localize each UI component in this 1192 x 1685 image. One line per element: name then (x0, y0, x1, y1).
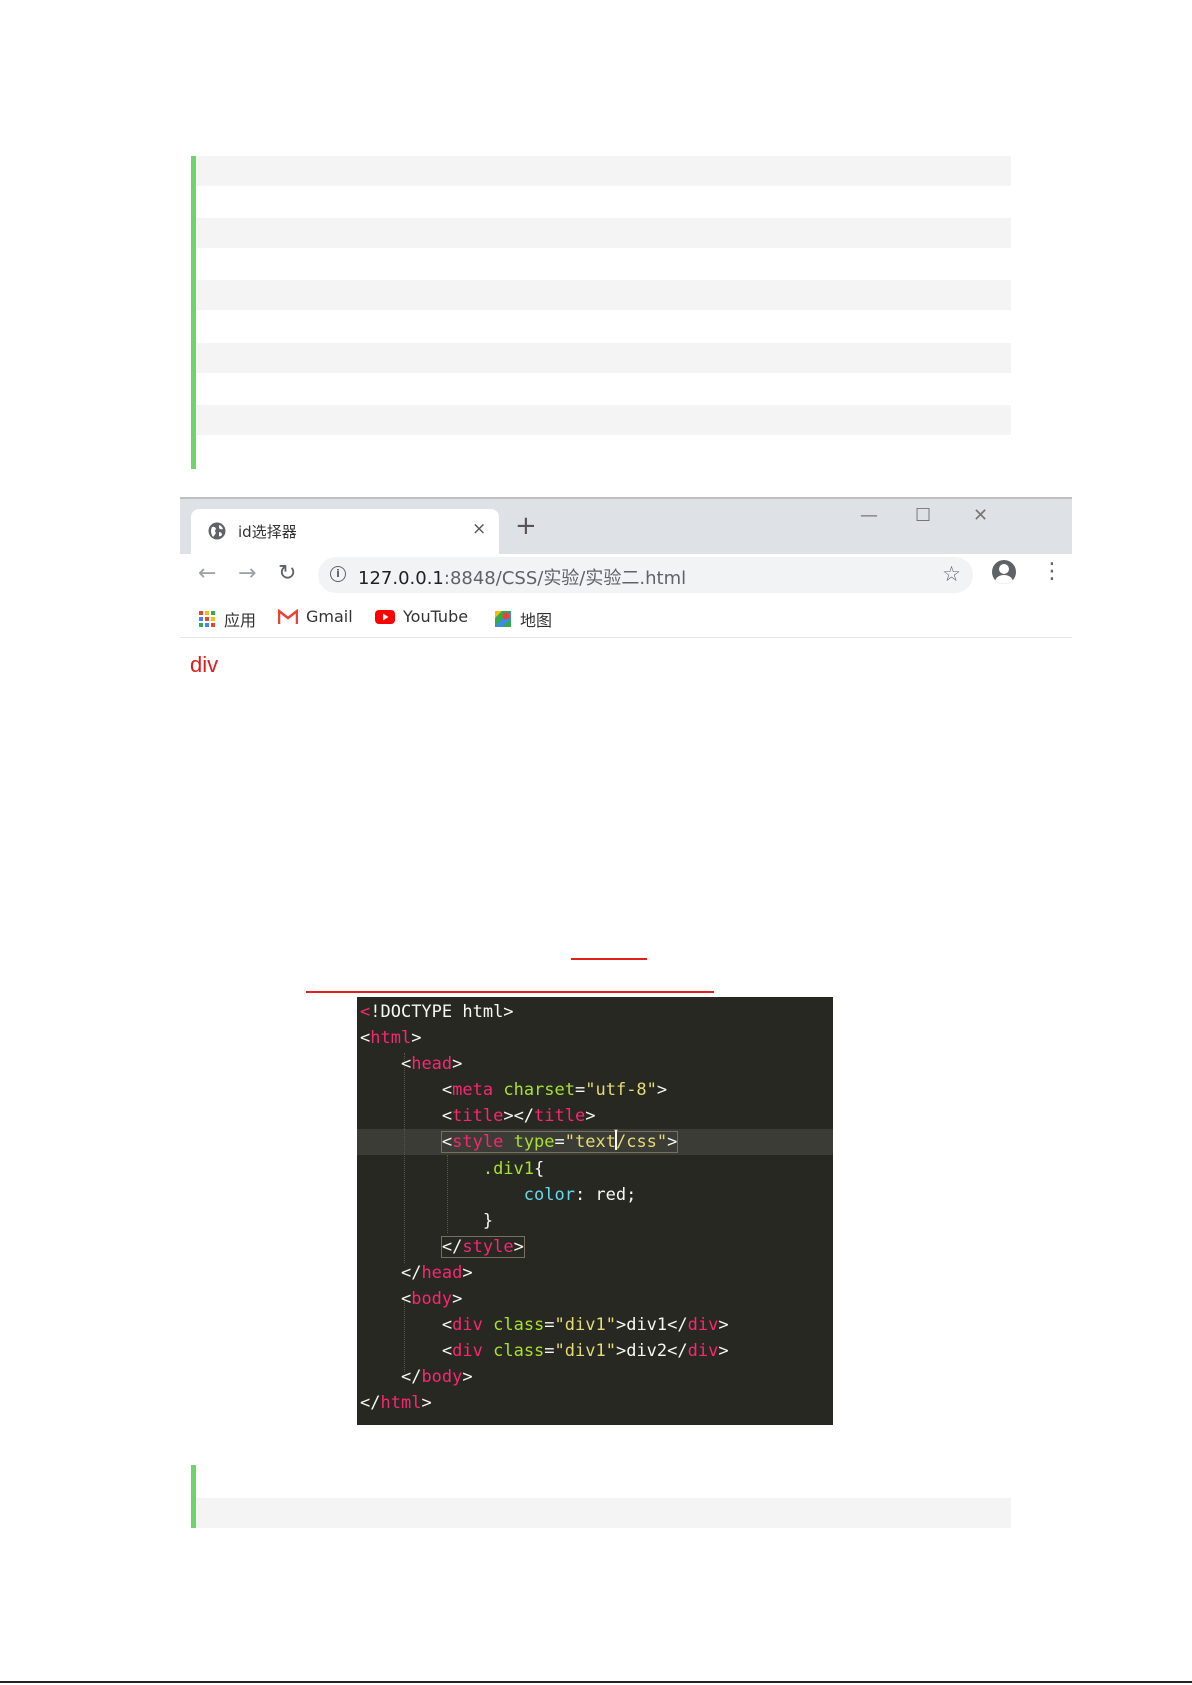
code-stripe (196, 343, 1011, 373)
apps-grid-icon (199, 611, 215, 627)
new-tab-icon[interactable]: + (515, 512, 537, 540)
gmail-icon (278, 608, 298, 624)
address-bar[interactable]: i 127.0.0.1:8848/CSS/实验/实验二.html ☆ (318, 557, 973, 593)
browser-tab[interactable]: id选择器 × (191, 509, 499, 554)
bookmark-maps[interactable]: 地图 (494, 607, 552, 631)
code-stripe (196, 218, 1011, 248)
rendered-div-text: div (190, 652, 219, 677)
maximize-icon[interactable]: ☐ (915, 505, 931, 526)
bookmark-label: 应用 (224, 611, 257, 630)
url-text: 127.0.0.1:8848/CSS/实验/实验二.html (358, 564, 686, 590)
bookmark-gmail[interactable]: Gmail (278, 607, 353, 626)
bookmark-label: 地图 (520, 611, 553, 630)
bookmark-star-icon[interactable]: ☆ (942, 562, 961, 586)
globe-icon (208, 522, 226, 540)
quote-block-bottom (191, 1465, 1011, 1528)
url-path: :8848/CSS/实验/实验二.html (443, 568, 687, 589)
bookmark-youtube[interactable]: YouTube (375, 607, 468, 626)
browser-screenshot: id选择器 × + — ☐ ✕ ← → ↻ i 127.0.0.1:8848/C… (180, 497, 1072, 685)
footer-rule (0, 1681, 1192, 1683)
info-icon[interactable]: i (330, 566, 346, 582)
bookmark-apps[interactable]: 应用 (198, 607, 256, 631)
quote-block-top (191, 156, 1011, 469)
red-underline (306, 991, 714, 993)
bookmarks-bar: 应用 Gmail YouTube 地图 (180, 599, 1072, 638)
code-stripe (196, 405, 1011, 435)
forward-icon[interactable]: → (238, 561, 256, 586)
code-content: <!DOCTYPE html> <html> <head> <meta char… (360, 1002, 729, 1414)
youtube-icon (375, 609, 395, 624)
code-stripe (196, 1498, 1011, 1528)
close-window-icon[interactable]: ✕ (973, 505, 988, 526)
back-icon[interactable]: ← (198, 561, 216, 586)
url-host: 127.0.0.1 (358, 568, 444, 589)
minimize-icon[interactable]: — (860, 505, 878, 526)
code-line: !DOCTYPE html> (370, 1002, 514, 1022)
tab-close-icon[interactable]: × (472, 519, 486, 539)
bookmark-label: Gmail (306, 607, 353, 626)
code-stripe (196, 280, 1011, 310)
reload-icon[interactable]: ↻ (278, 561, 296, 586)
more-menu-icon[interactable]: ⋮ (1041, 560, 1063, 584)
profile-avatar-icon[interactable] (992, 560, 1016, 584)
tab-strip: id选择器 × + — ☐ ✕ (180, 499, 1072, 554)
browser-toolbar: ← → ↻ i 127.0.0.1:8848/CSS/实验/实验二.html ☆… (180, 554, 1072, 599)
red-underline (571, 958, 647, 960)
bookmark-label: YouTube (403, 607, 469, 626)
maps-icon (495, 611, 511, 627)
code-editor-screenshot: <!DOCTYPE html> <html> <head> <meta char… (357, 997, 833, 1425)
code-stripe (196, 156, 1011, 186)
tab-title: id选择器 (238, 523, 297, 541)
